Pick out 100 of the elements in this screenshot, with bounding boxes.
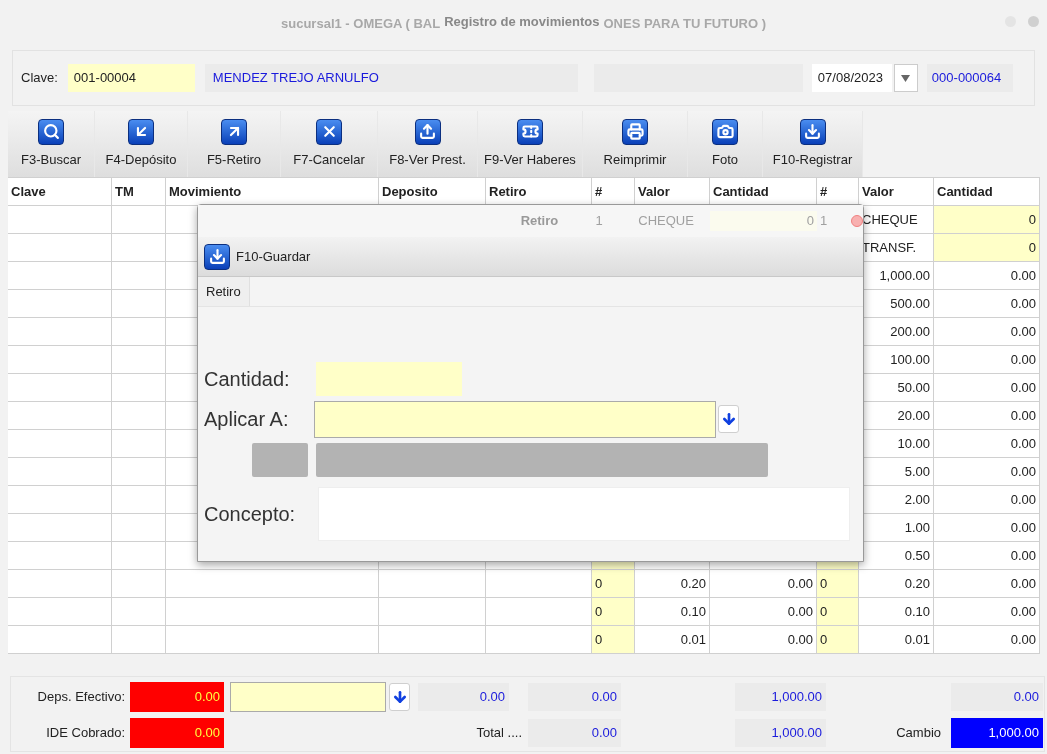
toolbar-button[interactable]: F5-Retiro [188, 111, 281, 177]
search-icon [38, 118, 64, 145]
background-table-text: 1 [819, 212, 829, 231]
table-cell: 0 [934, 234, 1040, 262]
tray-download-icon [799, 118, 826, 145]
table-cell: 0.10 [859, 598, 934, 626]
text-field[interactable] [230, 682, 386, 712]
table-cell: 0 [592, 570, 635, 598]
background-table-text: 1 [594, 212, 604, 231]
table-cell: 0.00 [934, 458, 1040, 486]
column-header: # [817, 178, 859, 206]
field-label: Cantidad: [204, 367, 291, 392]
upload-icon [414, 118, 441, 145]
toolbar-button[interactable]: Reimprimir [583, 111, 688, 177]
column-header: Valor [635, 178, 710, 206]
table-cell: 0 [817, 598, 859, 626]
caret-icon [901, 74, 911, 82]
clave-field[interactable]: 001-00004 [67, 64, 195, 92]
table-cell [112, 598, 166, 626]
column-header: Valor [859, 178, 934, 206]
toolbar-button[interactable]: F4-Depósito [95, 111, 188, 177]
amount-field[interactable]: 1,000.00 [735, 683, 826, 711]
toolbar-button[interactable]: F9-Ver Haberes [478, 111, 583, 177]
column-header: TM [112, 178, 166, 206]
amount-field[interactable]: 0.00 [130, 682, 224, 712]
table-cell: 0.00 [934, 346, 1040, 374]
amount-field[interactable]: 0.00 [528, 719, 621, 747]
table-cell: 0 [934, 206, 1040, 234]
table-cell: 0.00 [934, 626, 1040, 654]
table-cell: 0.00 [934, 542, 1040, 570]
tab[interactable]: Retiro [198, 277, 250, 306]
field-label: IDE Cobrado: [45, 724, 125, 743]
table-cell: 0.00 [934, 290, 1040, 318]
amount-field[interactable]: 1,000.00 [735, 719, 826, 747]
field-label: Total .... [475, 724, 522, 743]
table-cell: 0.00 [934, 262, 1040, 290]
folio-field[interactable]: 000-000064 [926, 64, 1013, 92]
table-cell: 0.10 [635, 598, 710, 626]
window-title: Registro de movimientos [444, 13, 600, 31]
amount-field[interactable]: 0.00 [951, 683, 1043, 711]
column-header: Deposito [379, 178, 486, 206]
printer-icon [622, 118, 648, 145]
field-label: Concepto: [204, 502, 297, 527]
amount-field[interactable]: 0.00 [130, 718, 224, 748]
cantidad-field[interactable] [316, 362, 462, 396]
table-cell: 0 [817, 570, 859, 598]
window-control-icon[interactable] [1028, 16, 1039, 27]
amount-field[interactable]: 1,000.00 [951, 718, 1043, 748]
table-cell [112, 570, 166, 598]
column-header: Cantidad [710, 178, 817, 206]
background-table-text: 0 [710, 211, 818, 231]
table-cell: 0.00 [934, 570, 1040, 598]
toolbar-button[interactable]: F10-Registrar [763, 111, 863, 177]
background-window-title: ONES PARA TU FUTURO ) [603, 15, 766, 33]
table-cell: 0.00 [934, 402, 1040, 430]
dropdown-arrow-button[interactable] [718, 405, 739, 433]
aplicar-field[interactable] [314, 400, 716, 438]
ticket-icon [517, 118, 543, 145]
column-header: # [592, 178, 635, 206]
save-button[interactable]: F10-Guardar [204, 243, 311, 270]
table-cell: 0 [817, 626, 859, 654]
field-label: Deps. Efectivo: [36, 688, 125, 707]
amount-field[interactable]: 0.00 [528, 683, 621, 711]
column-header: Movimiento [166, 178, 379, 206]
toolbar-button[interactable]: F8-Ver Prest. [378, 111, 478, 177]
table-cell: 0 [592, 598, 635, 626]
date-dropdown-button[interactable] [893, 64, 918, 92]
table-cell: 0.00 [934, 514, 1040, 542]
disabled-field [252, 443, 308, 477]
table-cell: 0.00 [934, 318, 1040, 346]
toolbar-button[interactable]: F3-Buscar [8, 111, 95, 177]
table-cell: 0.00 [934, 374, 1040, 402]
column-header: Clave [8, 178, 112, 206]
tray-download-icon [204, 243, 230, 270]
camera-icon [712, 118, 738, 145]
name-field[interactable]: MENDEZ TREJO ARNULFO [204, 64, 578, 92]
close-icon[interactable] [851, 215, 863, 227]
table-cell: 0.01 [635, 626, 710, 654]
date-field[interactable]: 07/08/2023 [811, 64, 892, 92]
table-cell [112, 542, 166, 570]
column-header: Retiro [486, 178, 592, 206]
table-cell: 0.00 [934, 486, 1040, 514]
field-label: Aplicar A: [204, 407, 290, 432]
table-cell: 0.01 [859, 626, 934, 654]
table-cell: 0.00 [934, 430, 1040, 458]
background-window-title: sucursal1 - OMEGA ( BAL [281, 15, 441, 33]
amount-field[interactable]: 0.00 [418, 683, 509, 711]
table-cell: 0 [592, 626, 635, 654]
down-arrow-icon [720, 411, 737, 427]
close-icon [316, 118, 342, 145]
dropdown-arrow-button[interactable] [389, 683, 410, 711]
toolbar-button[interactable]: F7-Cancelar [281, 111, 378, 177]
field-label: Clave: [21, 69, 58, 88]
table-cell: 0.00 [934, 598, 1040, 626]
column-header: Cantidad [934, 178, 1040, 206]
dialog-title: Retiro [519, 212, 560, 231]
background-table-text: CHEQUE [637, 212, 695, 231]
table-cell: 0.20 [635, 570, 710, 598]
table-cell: 0.20 [859, 570, 934, 598]
toolbar-button[interactable]: Foto [688, 111, 763, 177]
